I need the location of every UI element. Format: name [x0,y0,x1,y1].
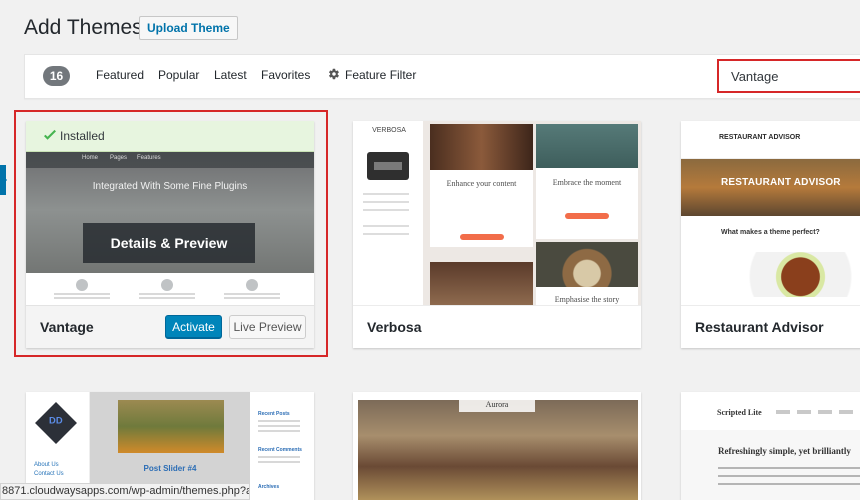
theme-info-bar: Vantage Activate Live Preview [26,305,314,348]
dd-logo [35,402,77,444]
landscape-image [358,400,638,500]
contact-us-link: Contact Us [34,471,64,477]
theme-count-badge: 16 [43,66,70,86]
activate-button[interactable]: Activate [165,315,222,339]
restaurant-advisor-question: What makes a theme perfect? [721,229,820,236]
theme-card-scripted-lite[interactable]: Scripted Lite Refreshingly simple, yet b… [681,392,860,500]
preview-navbar: Home Pages Features [26,152,314,168]
verbosa-post-card-3 [430,262,533,305]
installed-status-bar: Installed [26,121,314,152]
verbosa-preview-image: VERBOSA Enhance your content Embrace the… [353,121,641,305]
scripted-lite-content-area [681,430,860,500]
theme-info-bar: Verbosa [353,305,641,348]
status-bar-url: 8871.cloudwaysapps.com/wp-admin/themes.p… [0,483,250,500]
theme-card-restaurant-advisor[interactable]: RESTAURANT ADVISOR RESTAURANT ADVISOR Wh… [681,121,860,348]
verbosa-heading-2: Embrace the moment [552,178,622,187]
verbosa-post-card-1: Enhance your content [430,124,533,247]
theme-info-bar: Restaurant Advisor [681,305,860,348]
verbosa-logo: VERBOSA [372,127,406,134]
verbosa-heading-1: Enhance your content [446,179,517,188]
verbosa-post-card-4: Emphasise the story [536,242,638,305]
restaurant-advisor-hero: RESTAURANT ADVISOR [681,159,860,216]
theme-card-aurora[interactable]: Aurora [353,392,641,500]
details-preview-button[interactable]: Details & Preview [83,223,255,263]
tulips-image [118,400,224,453]
theme-name: Restaurant Advisor [695,319,824,335]
typewriter-image [367,152,409,180]
theme-name: Vantage [40,319,94,335]
restaurant-advisor-logo: RESTAURANT ADVISOR [719,134,801,141]
post-slider-right-sidebar: Recent Posts Recent Comments Archives [250,392,314,500]
scripted-lite-title: Refreshingly simple, yet brilliantly [718,446,851,456]
live-preview-button[interactable]: Live Preview [229,315,306,339]
restaurant-advisor-preview-image: RESTAURANT ADVISOR RESTAURANT ADVISOR Wh… [681,121,860,305]
installed-label: Installed [60,129,105,143]
page-title: Add Themes [24,16,143,39]
preview-hero-title: Integrated With Some Fine Plugins [92,181,248,192]
filter-popular-link[interactable]: Popular [158,68,199,82]
verbosa-sidebar: VERBOSA [353,121,423,305]
theme-card-vantage[interactable]: Installed Home Pages Features Integrated W… [26,121,314,348]
aurora-logo: Aurora [459,398,535,412]
filter-favorites-link[interactable]: Favorites [261,68,310,82]
filter-featured-link[interactable]: Featured [96,68,144,82]
filter-latest-link[interactable]: Latest [214,68,247,82]
recent-comments-heading: Recent Comments [258,447,302,453]
theme-name: Verbosa [367,319,422,335]
recent-posts-heading: Recent Posts [258,411,290,417]
restaurant-advisor-hero-title: RESTAURANT ADVISOR [721,177,841,188]
scripted-lite-nav [776,410,860,414]
scripted-lite-header: Scripted Lite [717,408,762,417]
about-us-link: About Us [34,462,59,468]
admin-menu-arrow-icon [0,172,7,188]
restaurant-advisor-header: RESTAURANT ADVISOR [681,121,860,159]
preview-feature-columns [26,273,314,305]
dish-image [733,252,860,297]
gear-icon [329,68,339,80]
upload-theme-button[interactable]: Upload Theme [139,16,238,40]
feature-filter-button[interactable]: Feature Filter [328,68,416,82]
post-slider-caption: Post Slider #4 [143,464,197,473]
checkmark-icon [44,129,56,140]
vantage-preview-image: Home Pages Features Integrated With Some F… [26,152,314,273]
verbosa-post-card-2: Embrace the moment [536,124,638,239]
theme-search-input[interactable] [717,59,860,93]
archives-heading: Archives [258,484,280,490]
verbosa-heading-3: Emphasise the story [554,295,620,304]
theme-card-verbosa[interactable]: VERBOSA Enhance your content Embrace the… [353,121,641,348]
aurora-preview-image: Aurora [353,392,641,500]
feature-filter-label: Feature Filter [345,68,417,82]
theme-filter-bar: 16 Featured Popular Latest Favorites Fea… [24,54,860,99]
